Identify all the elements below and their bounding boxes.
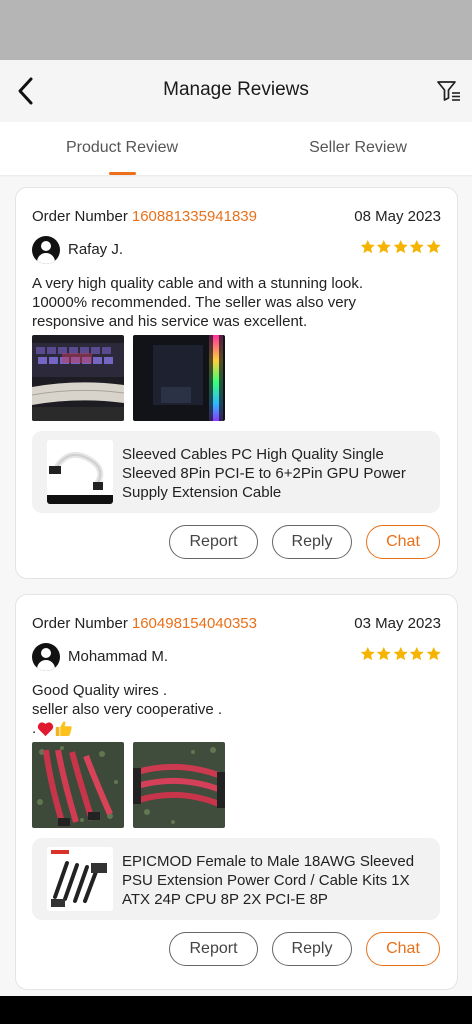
review-actions: Report Reply Chat (169, 932, 440, 966)
filter-button[interactable] (434, 76, 464, 106)
system-navigation-bar (0, 996, 472, 1024)
red-heart-icon (38, 721, 54, 736)
review-tabs: Product Review Seller Review (0, 122, 472, 176)
star-icon (426, 239, 441, 254)
review-date: 03 May 2023 (354, 615, 441, 632)
review-actions: Report Reply Chat (169, 525, 440, 559)
review-photo[interactable] (32, 742, 124, 828)
reviewer-row: Mohammad M. (32, 643, 441, 671)
star-icon (393, 239, 408, 254)
product-summary[interactable]: EPICMOD Female to Male 18AWG Sleeved PSU… (32, 838, 440, 920)
star-icon (360, 239, 375, 254)
product-thumbnail (47, 847, 113, 911)
review-text-line: Good Quality wires . (32, 682, 168, 699)
chat-button[interactable]: Chat (366, 932, 440, 966)
review-text: A very high quality cable and with a stu… (32, 274, 445, 331)
star-rating (360, 239, 442, 255)
report-button[interactable]: Report (169, 525, 258, 559)
reviewer-name: Rafay J. (68, 241, 124, 258)
star-icon (393, 646, 408, 661)
star-icon (409, 646, 424, 661)
star-icon (360, 646, 375, 661)
review-text-line: responsive and his service was excellent… (32, 313, 308, 330)
star-icon (376, 646, 391, 661)
review-text: Good Quality wires . seller also very co… (32, 681, 445, 738)
avatar (32, 643, 60, 671)
star-rating (360, 646, 442, 662)
review-photo[interactable] (133, 742, 225, 828)
product-summary[interactable]: Sleeved Cables PC High Quality Single Sl… (32, 431, 440, 513)
status-bar (0, 0, 472, 60)
filter-list-icon (437, 81, 460, 101)
review-photos (32, 742, 225, 828)
review-text-line: seller also very cooperative . (32, 701, 223, 718)
review-date: 08 May 2023 (354, 208, 441, 225)
report-button[interactable]: Report (169, 932, 258, 966)
star-icon (426, 646, 441, 661)
thumbs-up-icon (55, 721, 72, 736)
star-icon (409, 239, 424, 254)
avatar (32, 236, 60, 264)
reply-button[interactable]: Reply (272, 932, 352, 966)
product-thumbnail (47, 440, 113, 504)
app-header: Manage Reviews (0, 60, 472, 122)
product-name: Sleeved Cables PC High Quality Single Sl… (122, 446, 406, 501)
emoji-prefix: . (32, 720, 37, 737)
tab-seller-review[interactable]: Seller Review (240, 139, 472, 157)
review-text-line: 10000% recommended. The seller was also … (32, 294, 357, 311)
order-row: Order Number 160498154040353 03 May 2023 (32, 615, 441, 635)
reviewer-row: Rafay J. (32, 236, 441, 264)
order-number[interactable]: 160498154040353 (132, 615, 257, 632)
active-tab-indicator (109, 172, 136, 175)
emoji-line: . (32, 719, 445, 738)
review-list[interactable]: Order Number 160881335941839 08 May 2023 … (0, 177, 472, 996)
reviewer-name: Mohammad M. (68, 648, 169, 665)
review-text-line: A very high quality cable and with a stu… (32, 275, 364, 292)
order-number[interactable]: 160881335941839 (132, 208, 257, 225)
order-number-label: Order Number (32, 615, 128, 632)
order-row: Order Number 160881335941839 08 May 2023 (32, 208, 441, 228)
page-title: Manage Reviews (163, 79, 309, 100)
order-number-label: Order Number (32, 208, 128, 225)
review-card: Order Number 160881335941839 08 May 2023 … (15, 187, 458, 579)
star-icon (376, 239, 391, 254)
reply-button[interactable]: Reply (272, 525, 352, 559)
chat-button[interactable]: Chat (366, 525, 440, 559)
product-name: EPICMOD Female to Male 18AWG Sleeved PSU… (122, 853, 415, 908)
review-photo[interactable] (133, 335, 225, 421)
tab-product-review[interactable]: Product Review (4, 139, 240, 157)
review-photo[interactable] (32, 335, 124, 421)
review-photos (32, 335, 225, 421)
review-card: Order Number 160498154040353 03 May 2023 … (15, 594, 458, 990)
